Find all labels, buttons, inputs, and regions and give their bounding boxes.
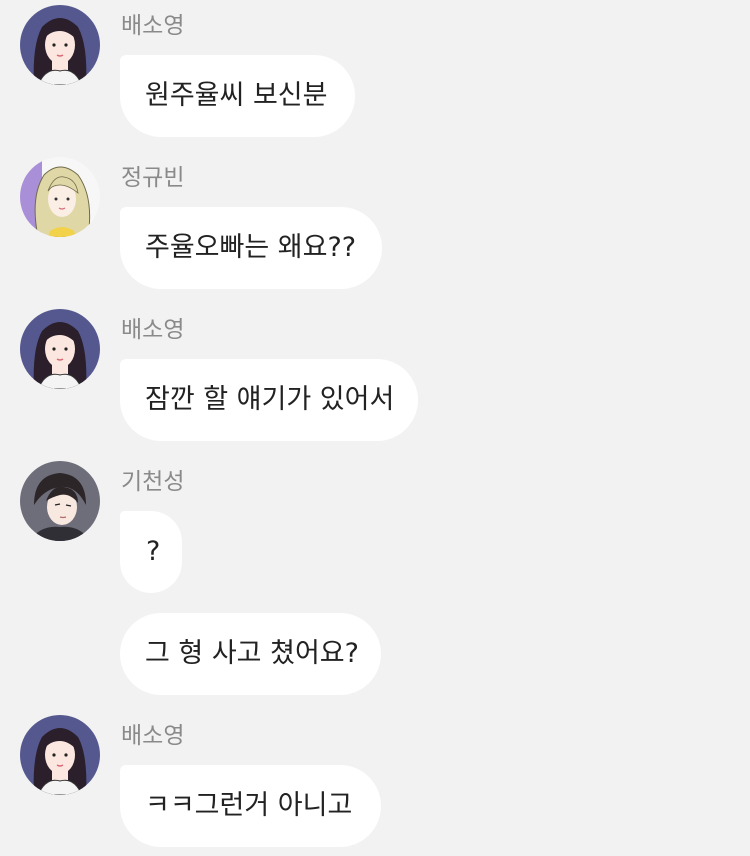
message-text: ㅋㅋ그런거 아니고 <box>145 790 353 821</box>
sender-name: 기천성 <box>121 469 185 495</box>
sender-avatar-baesoyoung[interactable] <box>20 715 100 795</box>
message-bubble[interactable]: 잠깐 할 얘기가 있어서 <box>120 359 418 441</box>
chat-message-list: 배소영 원주율씨 보신분 정규빈 주율오빠는 왜요?? 배소영 잠깐 할 얘기가… <box>0 0 750 856</box>
sender-avatar-baesoyoung[interactable] <box>20 309 100 389</box>
sender-avatar-gicheonseong[interactable] <box>20 461 100 541</box>
message-text: 잠깐 할 얘기가 있어서 <box>145 384 395 415</box>
sender-name: 배소영 <box>121 317 185 343</box>
message-bubble[interactable]: ? <box>120 511 182 593</box>
message-text: 주율오빠는 왜요?? <box>145 232 357 263</box>
message-bubble[interactable]: 그 형 사고 쳤어요? <box>120 613 381 695</box>
sender-avatar-baesoyoung[interactable] <box>20 5 100 85</box>
message-bubble[interactable]: 원주율씨 보신분 <box>120 55 355 137</box>
message-text: ? <box>146 536 161 567</box>
sender-name: 배소영 <box>121 723 185 749</box>
message-text: 그 형 사고 쳤어요? <box>145 638 359 669</box>
sender-avatar-jeonggyubin[interactable] <box>20 157 100 237</box>
sender-name: 배소영 <box>121 13 185 39</box>
message-bubble[interactable]: ㅋㅋ그런거 아니고 <box>120 765 381 847</box>
message-text: 원주율씨 보신분 <box>145 80 328 111</box>
message-bubble[interactable]: 주율오빠는 왜요?? <box>120 207 382 289</box>
sender-name: 정규빈 <box>121 165 185 191</box>
